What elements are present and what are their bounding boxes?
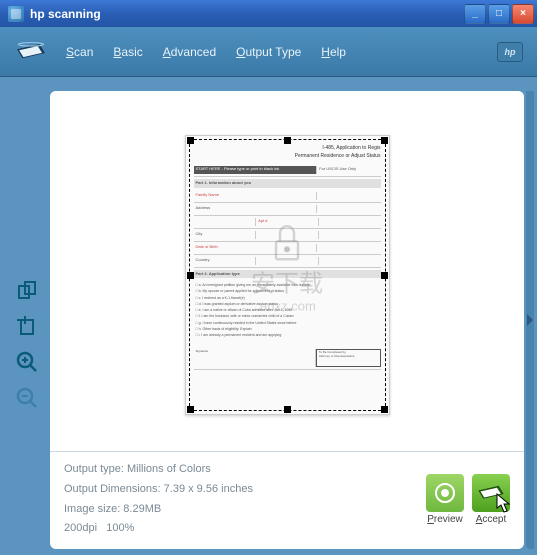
- info-image-size: Image size: 8.29MB: [64, 500, 426, 519]
- rotate-tool-icon[interactable]: [13, 276, 41, 304]
- zoom-out-icon: [13, 384, 41, 412]
- accept-icon: [472, 474, 510, 512]
- tool-palette: [6, 91, 48, 549]
- menu-basic[interactable]: Basic: [113, 45, 142, 59]
- menu-advanced[interactable]: Advanced: [163, 45, 216, 59]
- app-icon: [8, 6, 24, 22]
- expand-arrow-icon: [527, 314, 533, 326]
- scanned-document[interactable]: I-485, Application to RegisPermanent Res…: [185, 135, 390, 415]
- preview-label: Preview: [427, 514, 463, 525]
- zoom-in-icon[interactable]: [13, 348, 41, 376]
- scanner-logo-icon: [14, 41, 48, 63]
- menu-help[interactable]: Help: [321, 45, 346, 59]
- crop-handle-br[interactable]: [381, 406, 388, 413]
- preview-icon: [426, 474, 464, 512]
- scan-info: Output type: Millions of Colors Output D…: [64, 460, 426, 539]
- action-buttons: Preview Accept: [426, 474, 510, 525]
- crop-handle-bl[interactable]: [187, 406, 194, 413]
- right-expand-strip[interactable]: [526, 91, 534, 549]
- close-button[interactable]: ×: [512, 4, 534, 24]
- accept-label: Accept: [476, 514, 507, 525]
- crop-handle-bm[interactable]: [284, 406, 291, 413]
- document-content: I-485, Application to RegisPermanent Res…: [194, 144, 381, 406]
- workspace: I-485, Application to RegisPermanent Res…: [0, 77, 537, 555]
- crop-handle-tr[interactable]: [381, 137, 388, 144]
- info-dpi-zoom: 200dpi 100%: [64, 519, 426, 538]
- menu-output-type[interactable]: Output Type: [236, 45, 301, 59]
- info-panel: Output type: Millions of Colors Output D…: [50, 451, 524, 549]
- crop-handle-ml[interactable]: [187, 272, 194, 279]
- maximize-button[interactable]: □: [488, 4, 510, 24]
- info-output-type: Output type: Millions of Colors: [64, 460, 426, 479]
- info-dimensions: Output Dimensions: 7.39 x 9.56 inches: [64, 480, 426, 499]
- menu-scan[interactable]: Scan: [66, 45, 93, 59]
- titlebar: hp scanning _ □ ×: [0, 0, 537, 27]
- accept-button[interactable]: Accept: [472, 474, 510, 525]
- menu-bar: Scan Basic Advanced Output Type Help hp: [0, 27, 537, 77]
- main-panel: I-485, Application to RegisPermanent Res…: [50, 91, 524, 549]
- hp-logo-icon: hp: [497, 42, 523, 62]
- window-title: hp scanning: [30, 7, 462, 21]
- crop-tool-icon[interactable]: [13, 312, 41, 340]
- crop-handle-tm[interactable]: [284, 137, 291, 144]
- crop-handle-mr[interactable]: [381, 272, 388, 279]
- preview-button[interactable]: Preview: [426, 474, 464, 525]
- preview-area: I-485, Application to RegisPermanent Res…: [50, 91, 524, 451]
- minimize-button[interactable]: _: [464, 4, 486, 24]
- crop-handle-tl[interactable]: [187, 137, 194, 144]
